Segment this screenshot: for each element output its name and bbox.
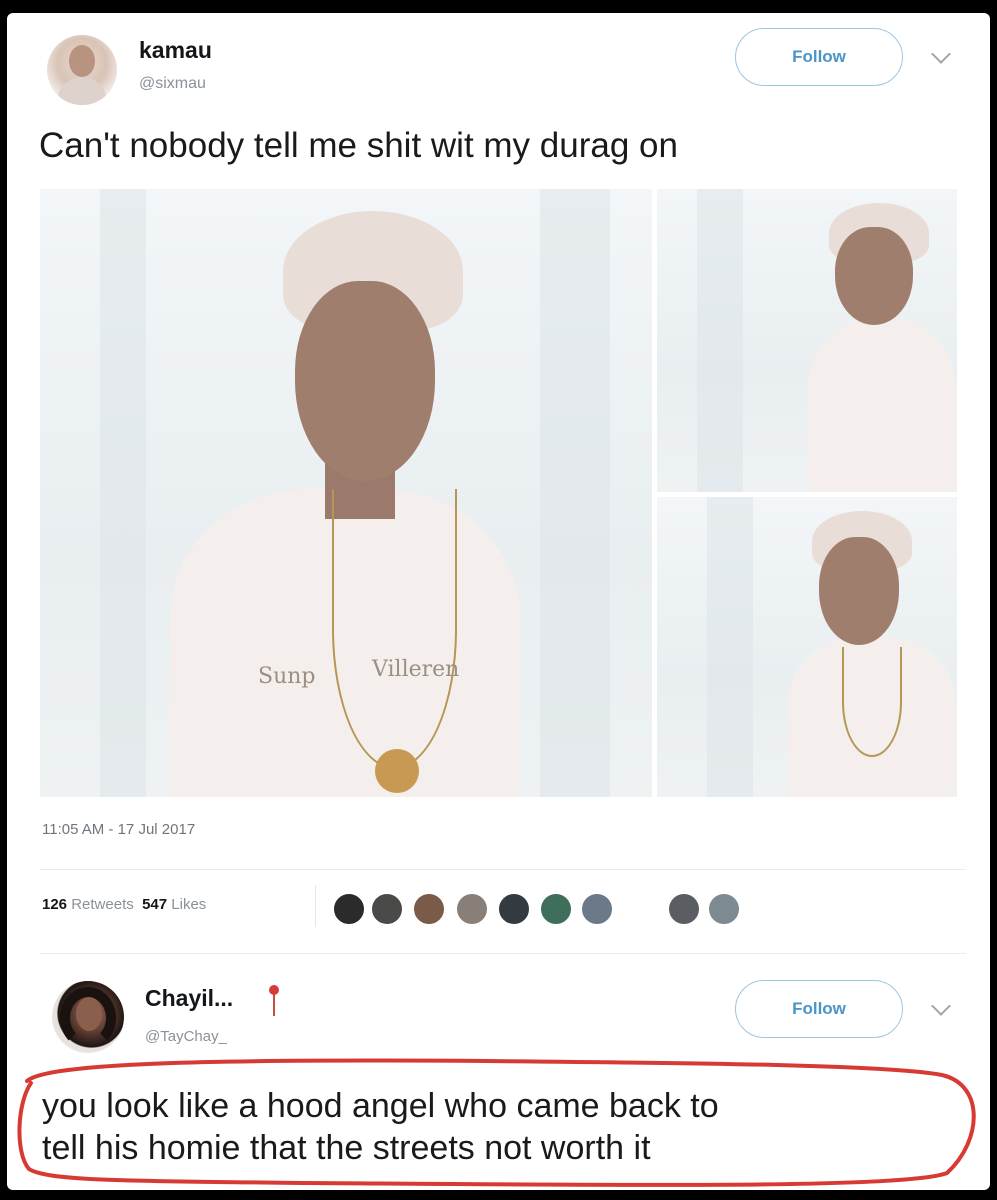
face — [295, 281, 435, 481]
liker-avatar[interactable] — [667, 892, 701, 926]
tweet-photo-top-right[interactable] — [657, 189, 957, 492]
author-avatar[interactable] — [47, 35, 117, 105]
liker-avatar[interactable] — [707, 892, 741, 926]
tweet-text: Can't nobody tell me shit wit my durag o… — [39, 126, 678, 165]
photo-curtain — [697, 189, 743, 492]
tweet-photo-main[interactable]: Sunp Villeren — [40, 189, 652, 797]
liker-avatar[interactable] — [412, 892, 446, 926]
divider — [40, 953, 966, 954]
liker-avatar[interactable] — [539, 892, 573, 926]
screenshot-card: kamau @sixmau Follow Can't nobody tell m… — [7, 13, 990, 1190]
liker-avatar[interactable] — [370, 892, 404, 926]
liker-avatar[interactable] — [455, 892, 489, 926]
stats-separator — [315, 885, 316, 927]
necklace-chain — [842, 647, 902, 757]
retweets-count[interactable]: 126 — [42, 896, 67, 913]
likes-count[interactable]: 547 — [142, 896, 167, 913]
face — [835, 227, 913, 325]
shirt — [807, 319, 957, 492]
tweet-stats: 126 Retweets 547 Likes — [42, 896, 206, 913]
liker-avatar[interactable] — [332, 892, 366, 926]
author-display-name[interactable]: kamau — [139, 37, 212, 64]
likes-label[interactable]: Likes — [171, 896, 206, 913]
shirt-print-right: Villeren — [372, 657, 460, 682]
shirt-print-left: Sunp — [258, 664, 316, 689]
tweet-photo-bottom-right[interactable] — [657, 497, 957, 797]
follow-button[interactable]: Follow — [735, 28, 903, 86]
person-figure: Sunp Villeren — [40, 189, 652, 797]
red-highlight-circle — [17, 1058, 976, 1187]
avatar-shoulders — [57, 77, 107, 105]
red-highlight-stroke — [17, 1058, 976, 1187]
necklace-pendant — [375, 749, 419, 793]
liker-avatar[interactable] — [497, 892, 531, 926]
face — [819, 537, 899, 645]
necklace-chain — [332, 489, 457, 769]
tweet-timestamp[interactable]: 11:05 AM - 17 Jul 2017 — [42, 821, 195, 838]
liker-avatar[interactable] — [580, 892, 614, 926]
reply-display-name[interactable]: Chayil... — [145, 985, 233, 1012]
author-handle[interactable]: @sixmau — [139, 75, 206, 93]
divider — [40, 869, 966, 870]
retweets-label[interactable]: Retweets — [71, 896, 134, 913]
avatar-head — [69, 45, 95, 77]
photo-curtain — [707, 497, 753, 797]
